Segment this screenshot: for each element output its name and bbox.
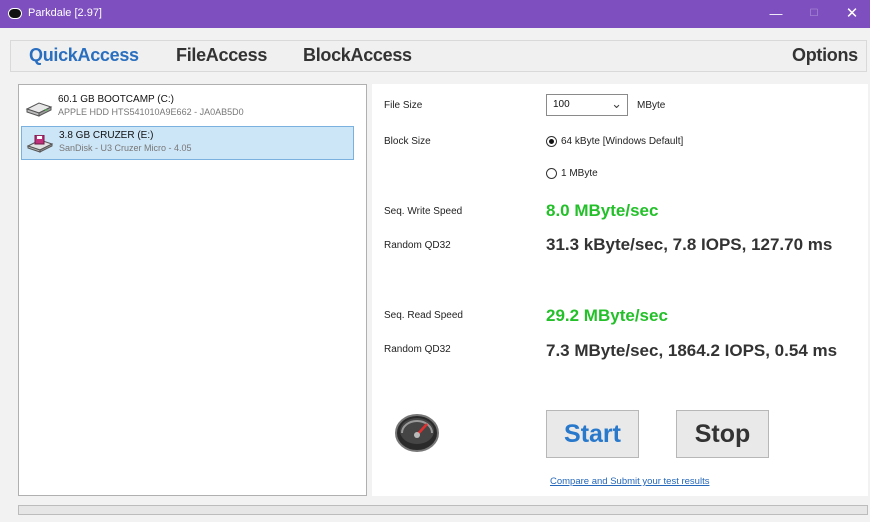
tab-quickaccess[interactable]: QuickAccess: [29, 45, 139, 66]
random-write-value: 31.3 kByte/sec, 7.8 IOPS, 127.70 ms: [546, 235, 833, 254]
tab-fileaccess[interactable]: FileAccess: [176, 45, 267, 66]
block-1m-label[interactable]: 1 MByte: [561, 168, 598, 179]
compare-submit-link[interactable]: Compare and Submit your test results: [550, 476, 709, 487]
options-menu[interactable]: Options: [792, 45, 858, 66]
file-size-select[interactable]: 100 ⌄: [546, 94, 628, 116]
menu-bar: QuickAccess FileAccess BlockAccess Optio…: [10, 40, 867, 72]
drive-list: 60.1 GB BOOTCAMP (C:) APPLE HDD HTS54101…: [18, 84, 367, 496]
title-bar: Parkdale [2.97] — ☐ ✕: [0, 0, 870, 28]
progress-bar: [18, 505, 868, 515]
random-read-value: 7.3 MByte/sec, 1864.2 IOPS, 0.54 ms: [546, 341, 838, 360]
drive-name: 60.1 GB BOOTCAMP (C:): [58, 94, 174, 105]
benchmark-panel: File Size 100 ⌄ MByte Block Size 64 kByt…: [372, 84, 868, 496]
hard-drive-icon: [25, 102, 53, 117]
usb-drive-icon: [26, 135, 54, 153]
file-size-value: 100: [553, 99, 570, 110]
file-size-label: File Size: [384, 100, 423, 111]
tab-blockaccess[interactable]: BlockAccess: [303, 45, 412, 66]
random-write-label: Random QD32: [384, 240, 451, 251]
seq-write-label: Seq. Write Speed: [384, 206, 463, 217]
drive-item-cruzer[interactable]: 3.8 GB CRUZER (E:) SanDisk - U3 Cruzer M…: [21, 126, 354, 160]
drive-item-bootcamp[interactable]: 60.1 GB BOOTCAMP (C:) APPLE HDD HTS54101…: [21, 91, 354, 125]
drive-name: 3.8 GB CRUZER (E:): [59, 130, 154, 141]
seq-read-label: Seq. Read Speed: [384, 310, 463, 321]
window-title: Parkdale [2.97]: [28, 7, 102, 19]
block-64k-radio[interactable]: [546, 136, 557, 147]
minimize-button[interactable]: —: [758, 0, 794, 28]
app-icon: [8, 8, 22, 19]
seq-write-value: 8.0 MByte/sec: [546, 201, 659, 220]
start-button[interactable]: Start: [546, 410, 639, 458]
maximize-button[interactable]: ☐: [796, 0, 832, 28]
random-read-label: Random QD32: [384, 344, 451, 355]
radio-selected-dot: [549, 139, 554, 144]
block-1m-radio[interactable]: [546, 168, 557, 179]
stop-button[interactable]: Stop: [676, 410, 769, 458]
drive-detail: APPLE HDD HTS541010A9E662 - JA0AB5D0: [58, 107, 244, 117]
close-button[interactable]: ✕: [834, 0, 870, 28]
block-size-label: Block Size: [384, 136, 431, 147]
file-size-unit: MByte: [637, 100, 666, 111]
chevron-down-icon: ⌄: [611, 96, 622, 111]
seq-read-value: 29.2 MByte/sec: [546, 306, 668, 325]
speedometer-icon: [395, 414, 439, 452]
block-64k-label[interactable]: 64 kByte [Windows Default]: [561, 136, 683, 147]
drive-detail: SanDisk - U3 Cruzer Micro - 4.05: [59, 143, 192, 153]
